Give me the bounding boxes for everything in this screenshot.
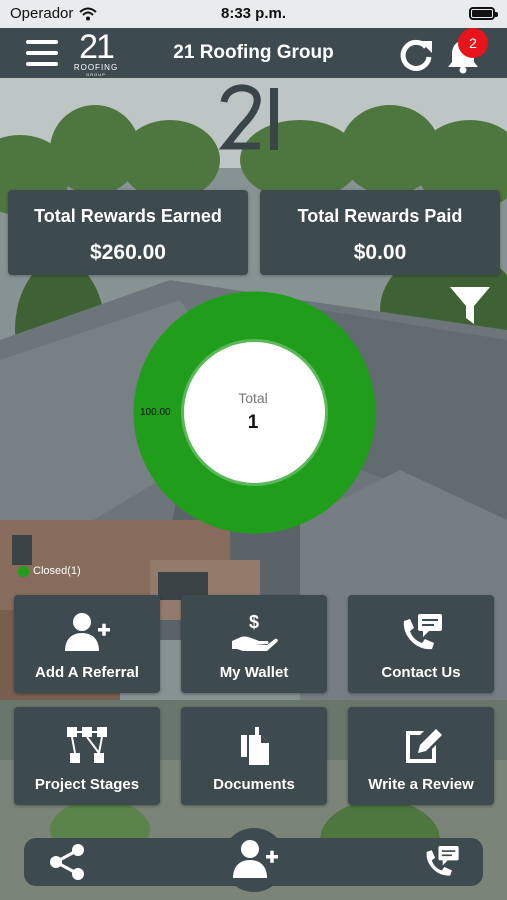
rewards-earned-label: Total Rewards Earned (34, 206, 222, 226)
legend-swatch-closed (18, 565, 29, 577)
rewards-paid-label: Total Rewards Paid (297, 206, 463, 226)
share-icon[interactable] (48, 842, 86, 882)
add-referral-tile[interactable]: Add A Referral (14, 595, 160, 693)
logo-word: ROOFING (73, 63, 119, 72)
legend-label-closed: Closed(1) (33, 565, 81, 577)
slice-percent-label: 100.00 (140, 407, 171, 418)
documents-tile[interactable]: Documents (181, 707, 327, 805)
app-header: 21 ROOFING GROUP 21 Roofing Group 2 (0, 28, 507, 78)
add-user-icon (65, 613, 110, 651)
wallet-icon: $ (232, 612, 278, 651)
add-user-icon[interactable] (230, 838, 280, 882)
refresh-icon[interactable] (396, 35, 436, 75)
status-bar: Operador 8:33 p.m. (0, 0, 507, 28)
battery-icon (469, 7, 498, 20)
donut-center-label: Total (238, 390, 268, 406)
add-referral-label: Add A Referral (35, 664, 139, 681)
write-review-tile[interactable]: Write a Review (348, 707, 494, 805)
documents-label: Documents (213, 776, 295, 793)
contact-phone-icon[interactable] (420, 842, 462, 882)
my-wallet-tile[interactable]: $ My Wallet (181, 595, 327, 693)
rewards-paid-card: Total Rewards Paid $0.00 (260, 190, 500, 275)
documents-icon (241, 727, 269, 765)
donut-center-value: 1 (247, 412, 259, 433)
notification-badge: 2 (458, 28, 488, 58)
write-review-label: Write a Review (368, 776, 474, 793)
project-stages-tile[interactable]: Project Stages (14, 707, 160, 805)
brand-logo-large (218, 84, 278, 150)
contact-phone-icon (403, 614, 442, 650)
filter-icon[interactable] (448, 284, 492, 328)
rewards-earned-card: Total Rewards Earned $260.00 (8, 190, 248, 275)
rewards-earned-value: $260.00 (90, 241, 166, 264)
project-stages-icon (67, 727, 107, 763)
rewards-paid-value: $0.00 (353, 241, 407, 264)
svg-text:$: $ (249, 612, 259, 632)
contact-us-label: Contact Us (381, 664, 461, 681)
logo-sub: GROUP (86, 72, 106, 77)
contact-us-tile[interactable]: Contact Us (348, 595, 494, 693)
my-wallet-label: My Wallet (219, 664, 289, 681)
clock: 8:33 p.m. (220, 5, 287, 22)
write-review-icon (406, 729, 442, 763)
chart-legend[interactable]: Closed(1) (18, 565, 81, 577)
project-stages-label: Project Stages (34, 776, 140, 793)
